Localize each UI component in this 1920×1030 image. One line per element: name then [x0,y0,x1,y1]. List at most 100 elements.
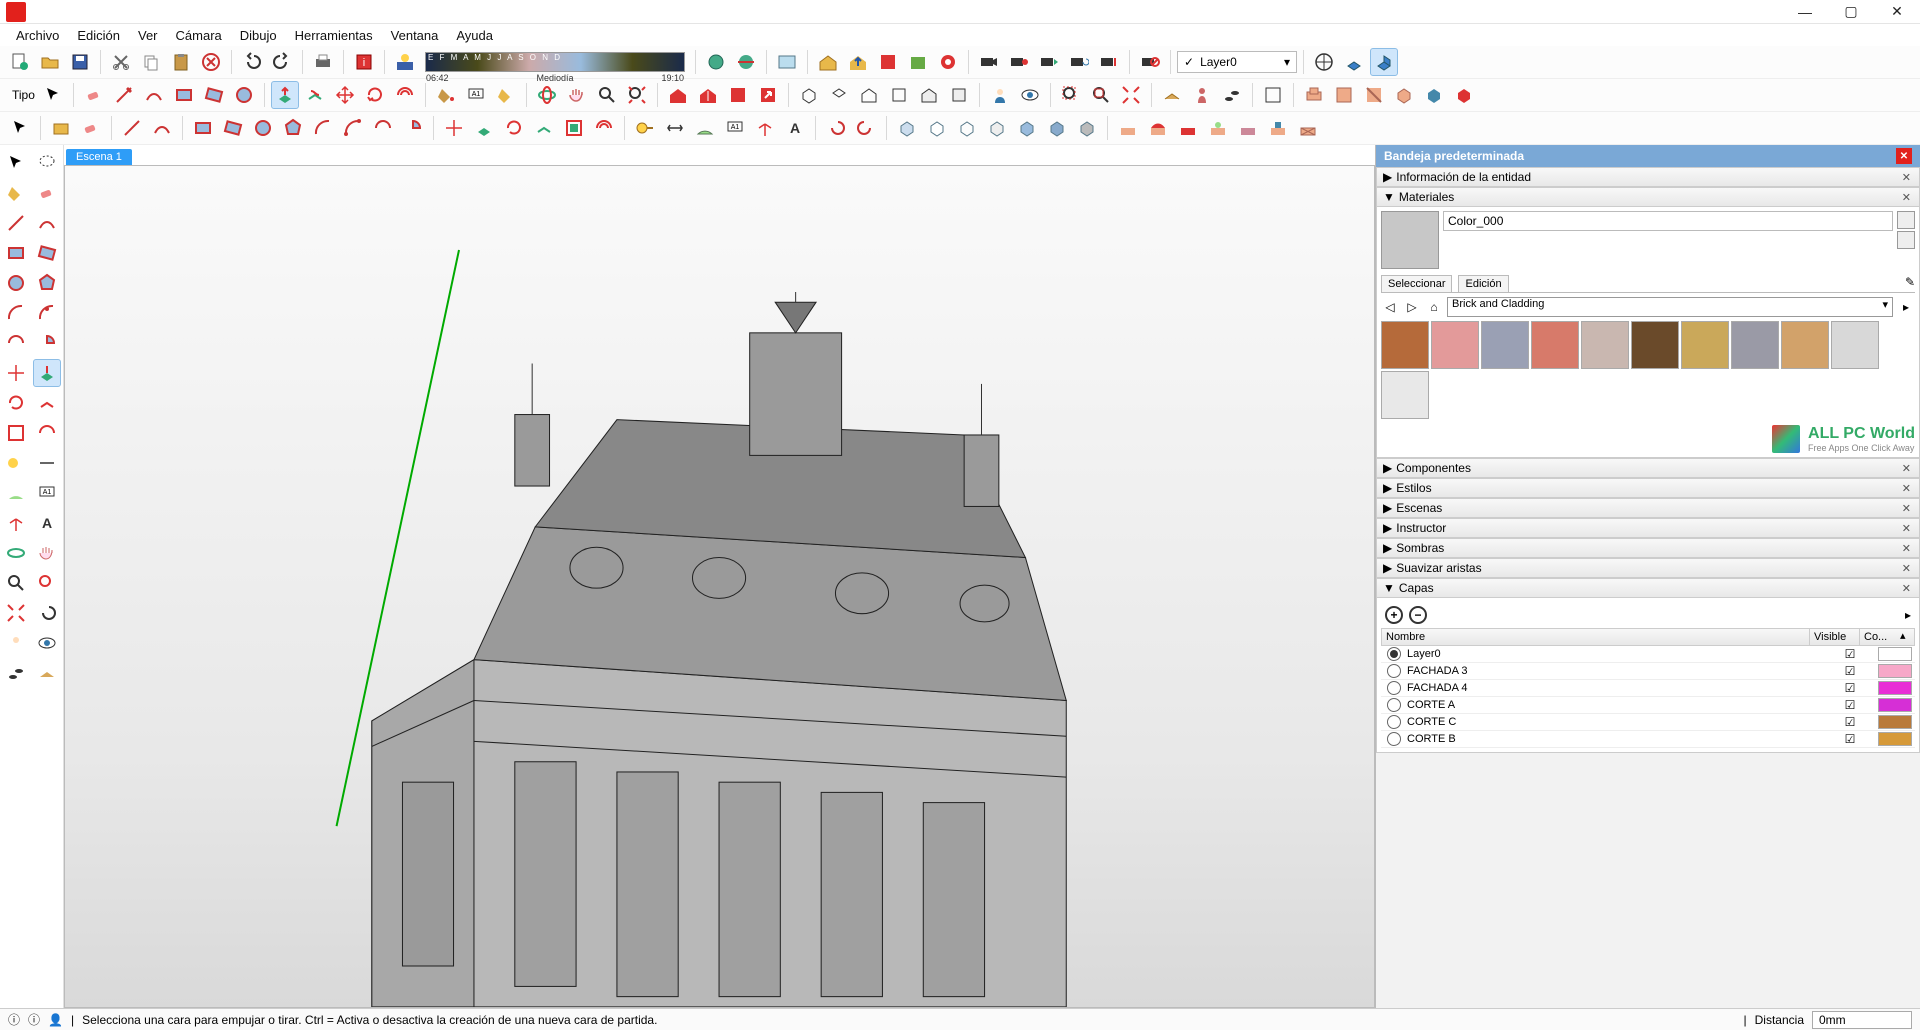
section-plane-button[interactable] [1158,81,1186,109]
lt-section[interactable] [33,659,61,687]
lt-arc[interactable] [2,299,30,327]
eraser2-tool[interactable] [77,114,105,142]
layer-row[interactable]: CORTE A ☑ [1381,697,1915,714]
window-minimize-button[interactable]: — [1782,0,1828,24]
redo-button[interactable] [268,48,296,76]
component-send-button[interactable] [904,48,932,76]
component-button2[interactable] [694,81,722,109]
create-material-button[interactable] [1897,211,1915,229]
material-swatch[interactable] [1631,321,1679,369]
layer-col-visible[interactable]: Visible [1810,629,1860,645]
panel-close-icon[interactable]: ✕ [1900,502,1913,515]
lt-select[interactable] [2,149,30,177]
lt-pushpull[interactable] [33,359,61,387]
material-library-select[interactable]: Brick and Cladding ▾ [1447,297,1893,317]
layer-visible-checkbox[interactable]: ☑ [1825,681,1875,695]
cut-button[interactable] [107,48,135,76]
warehouse-button[interactable] [664,81,692,109]
offset-tool[interactable] [391,81,419,109]
lt-orbit[interactable] [2,539,30,567]
copy-button[interactable] [137,48,165,76]
lt-polygon[interactable] [33,269,61,297]
default-material-button[interactable] [1897,231,1915,249]
panel-close-icon[interactable]: ✕ [1900,542,1913,555]
save-button[interactable] [66,48,94,76]
view-front-button[interactable] [1340,48,1368,76]
style-wireframe-button[interactable] [953,114,981,142]
panel-close-icon[interactable]: ✕ [1900,191,1913,204]
material-swatch[interactable] [1831,321,1879,369]
lt-prev[interactable] [33,599,61,627]
warehouse-get-button[interactable] [814,48,842,76]
arc2-tool[interactable] [339,114,367,142]
distance-input[interactable]: 0mm [1812,1011,1912,1029]
shadow-time-slider[interactable]: E F M A M J J A S O N D 06:42 Mediodía 1… [425,52,685,72]
lt-zoom[interactable] [2,569,30,597]
panel-styles[interactable]: ▶Estilos✕ [1376,478,1920,498]
offset2-tool[interactable] [590,114,618,142]
lt-lasso[interactable] [33,149,61,177]
info-icon[interactable]: ⓘ [8,1011,20,1028]
style-shaded-button[interactable] [1013,114,1041,142]
layer-active-radio[interactable] [1387,698,1401,712]
panel-close-icon[interactable]: ✕ [1900,171,1913,184]
followme2-tool[interactable] [530,114,558,142]
lt-position-camera[interactable] [2,629,30,657]
view-iso-button[interactable] [1370,48,1398,76]
lt-move[interactable] [2,359,30,387]
move2-tool[interactable] [440,114,468,142]
rotrect2-tool[interactable] [219,114,247,142]
make-component-button[interactable] [47,114,75,142]
circle-tool[interactable] [230,81,258,109]
lt-pan[interactable] [33,539,61,567]
panel-materials[interactable]: ▼ Materiales ✕ [1376,187,1920,207]
section-fill-button[interactable] [1330,81,1358,109]
3d-viewport[interactable] [64,165,1375,1008]
layer-details-button[interactable]: ▸ [1905,608,1911,622]
layer-color-swatch[interactable] [1878,647,1912,661]
material-nav-back[interactable]: ◁ [1381,298,1399,316]
panel-soften[interactable]: ▶Suavizar aristas✕ [1376,558,1920,578]
lt-text[interactable]: A1 [33,479,61,507]
view-iso-icon[interactable] [795,81,823,109]
pushpull-tool[interactable] [271,81,299,109]
rectangle-tool[interactable] [170,81,198,109]
rect2-tool[interactable] [189,114,217,142]
lt-paint[interactable] [2,179,30,207]
sandbox4-button[interactable] [1204,114,1232,142]
material-home-button[interactable]: ⌂ [1425,298,1443,316]
menu-edicion[interactable]: Edición [69,26,128,45]
panel-layers[interactable]: ▼Capas✕ [1376,578,1920,598]
text2-tool[interactable]: A1 [721,114,749,142]
panel-entity-info[interactable]: ▶ Información de la entidad ✕ [1376,167,1920,187]
material-nav-forward[interactable]: ▷ [1403,298,1421,316]
arc3-tool[interactable] [369,114,397,142]
material-swatch[interactable] [1681,321,1729,369]
person-button[interactable] [1188,81,1216,109]
move-tool[interactable] [331,81,359,109]
lt-pie[interactable] [33,329,61,357]
style-xray-button[interactable] [893,114,921,142]
lt-rect[interactable] [2,239,30,267]
material-swatch[interactable] [1531,321,1579,369]
menu-ver[interactable]: Ver [130,26,166,45]
line2-tool[interactable] [118,114,146,142]
geo-location-button[interactable] [702,48,730,76]
zoom-selection-button[interactable] [1087,81,1115,109]
material-swatch[interactable] [1381,371,1429,419]
style-mono-button[interactable] [1073,114,1101,142]
arc-tool[interactable] [309,114,337,142]
undo-button[interactable] [238,48,266,76]
paint-bucket2-tool[interactable] [492,81,520,109]
view-back-icon[interactable] [915,81,943,109]
panel-components[interactable]: ▶Componentes✕ [1376,458,1920,478]
lt-dimension[interactable] [33,449,61,477]
3dtext-tool[interactable]: A [781,114,809,142]
scene-tab-active[interactable]: Escena 1 [66,149,132,165]
sandbox3-button[interactable] [1174,114,1202,142]
view-right-icon[interactable] [885,81,913,109]
paste-button[interactable] [167,48,195,76]
menu-herramientas[interactable]: Herramientas [287,26,381,45]
line-tool[interactable] [110,81,138,109]
send-layout-button[interactable] [754,81,782,109]
